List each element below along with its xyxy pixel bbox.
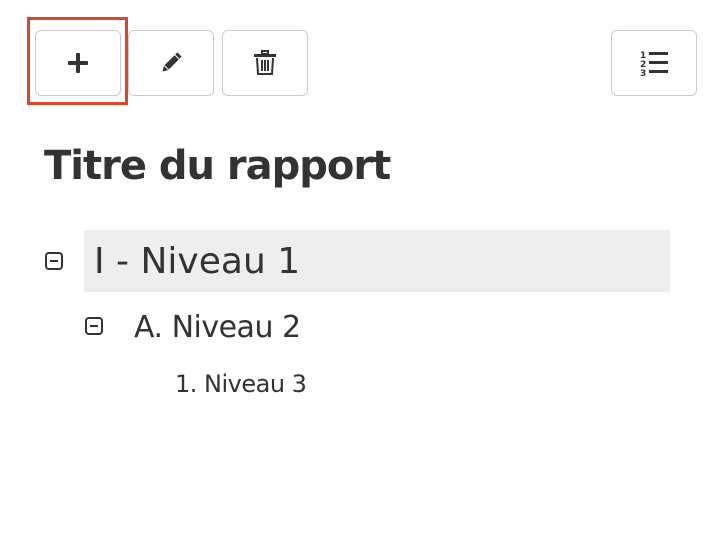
pencil-icon bbox=[162, 52, 182, 72]
report-title: Titre du rapport bbox=[44, 143, 391, 189]
outline-item-label: I - Niveau 1 bbox=[94, 240, 301, 282]
numbered-list-icon: 1 2 3 bbox=[640, 51, 668, 77]
numbered-list-button[interactable]: 1 2 3 bbox=[611, 30, 697, 96]
outline-item-level-1[interactable]: I - Niveau 1 bbox=[84, 230, 670, 292]
outline-item-label: A. Niveau 2 bbox=[134, 309, 301, 345]
trash-icon bbox=[254, 50, 276, 75]
add-button[interactable] bbox=[35, 30, 121, 96]
collapse-icon[interactable] bbox=[85, 317, 103, 335]
collapse-icon[interactable] bbox=[45, 252, 63, 270]
edit-button[interactable] bbox=[128, 30, 214, 96]
delete-button[interactable] bbox=[222, 30, 308, 96]
outline-item-level-3[interactable]: 1. Niveau 3 bbox=[175, 368, 307, 400]
outline-item-label: 1. Niveau 3 bbox=[175, 370, 307, 398]
plus-icon bbox=[68, 53, 88, 73]
outline-item-level-2[interactable]: A. Niveau 2 bbox=[134, 307, 301, 347]
list-digit-3: 3 bbox=[640, 69, 646, 77]
